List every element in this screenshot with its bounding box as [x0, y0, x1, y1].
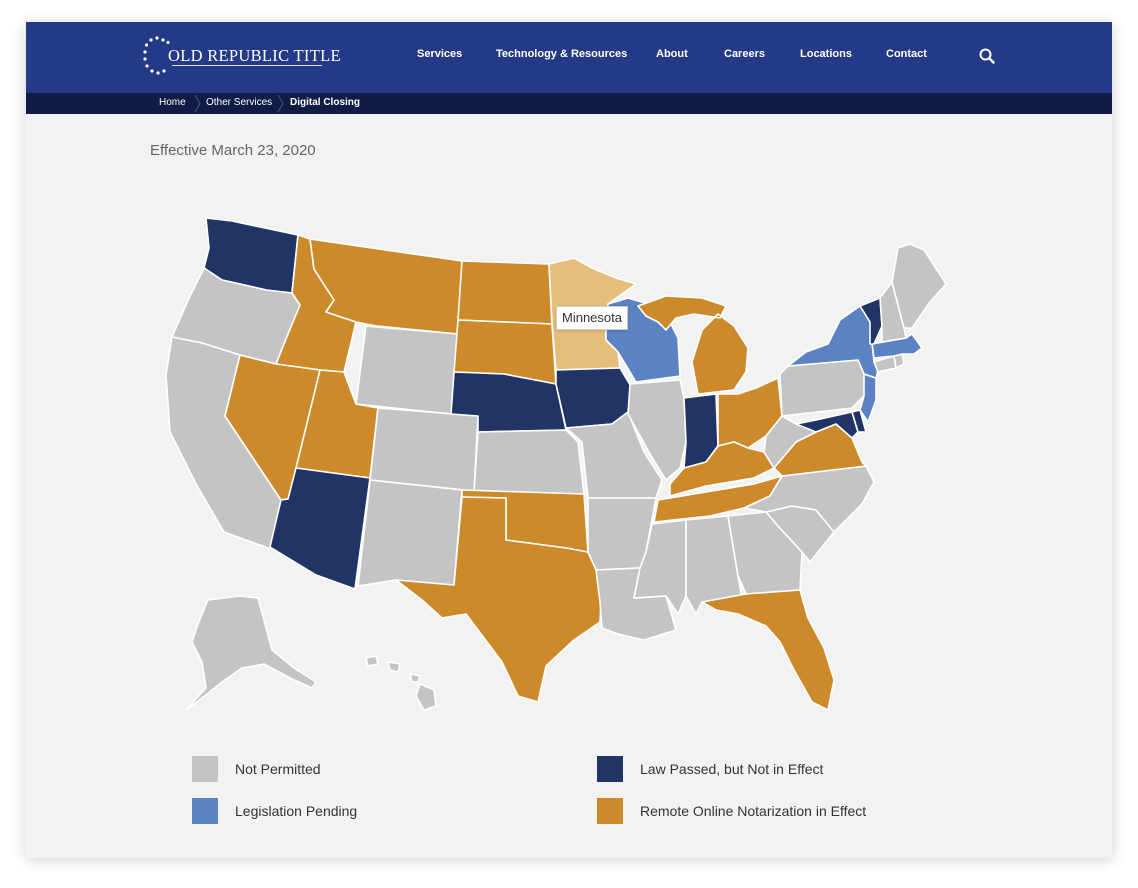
legend-label: Not Permitted	[235, 761, 321, 777]
state-colorado[interactable]	[369, 407, 479, 492]
legend-label: Legislation Pending	[235, 803, 358, 819]
state-pennsylvania[interactable]	[779, 359, 869, 417]
page-frame: OLD REPUBLIC TITLE Services Technology &…	[26, 22, 1112, 858]
state-tooltip: Minnesota	[556, 306, 628, 330]
legend-label: Law Passed, but Not in Effect	[640, 761, 824, 777]
state-florida[interactable]	[701, 589, 835, 711]
legend-swatch	[192, 798, 218, 824]
legend-swatch	[597, 756, 623, 782]
state-wyoming[interactable]	[355, 325, 459, 415]
legend-swatch	[597, 798, 623, 824]
state-hawaii[interactable]	[365, 655, 437, 711]
state-north-dakota[interactable]	[457, 260, 553, 325]
state-kansas[interactable]	[473, 429, 585, 495]
us-map	[165, 217, 947, 711]
state-maine[interactable]	[891, 243, 947, 329]
state-alaska[interactable]	[185, 595, 317, 711]
legend-label: Remote Online Notarization in Effect	[640, 803, 867, 819]
state-new-mexico[interactable]	[357, 479, 463, 587]
legend-swatch	[192, 756, 218, 782]
